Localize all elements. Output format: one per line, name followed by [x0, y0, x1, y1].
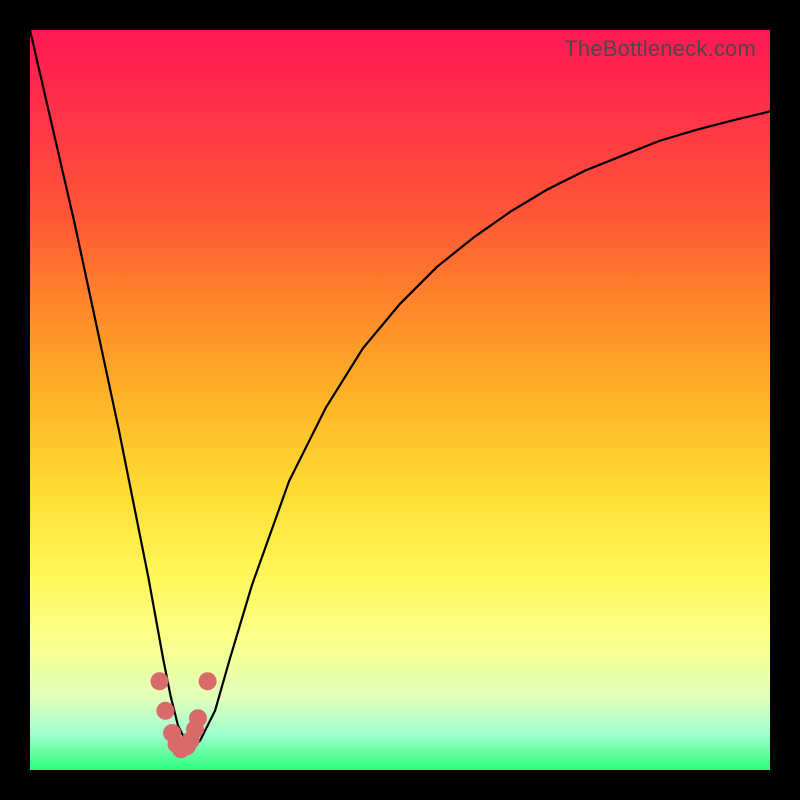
- highlight-point: [199, 672, 217, 690]
- bottleneck-curve: [30, 30, 770, 748]
- highlight-point: [151, 672, 169, 690]
- highlight-point: [156, 702, 174, 720]
- chart-frame: TheBottleneck.com: [30, 30, 770, 770]
- highlight-markers: [151, 672, 217, 758]
- chart-svg: [30, 30, 770, 770]
- highlight-point: [189, 709, 207, 727]
